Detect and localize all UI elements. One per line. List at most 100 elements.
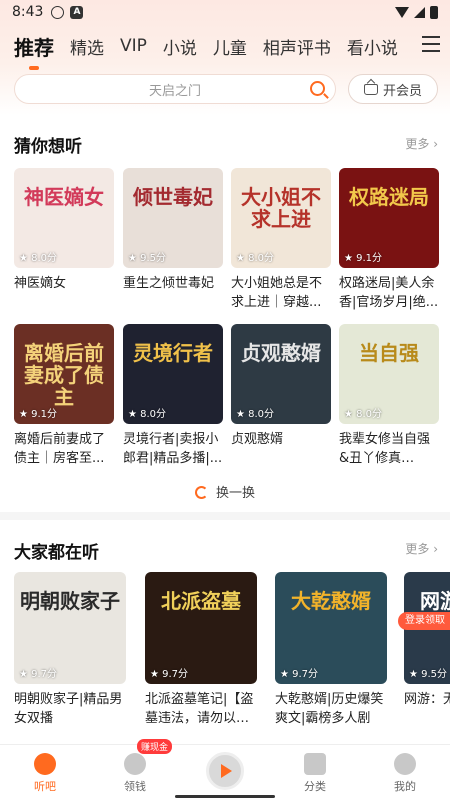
cover-text: 倾世毒妃 xyxy=(133,185,213,209)
bottom-nav: 听吧 赚现金 领钱 分类 我的 xyxy=(0,739,450,800)
book-title: 北派盗墓笔记|【盗墓违法，请勿以身... xyxy=(145,692,254,726)
rating-badge: ★ 9.1分 xyxy=(19,409,58,420)
vip-button-label: 开会员 xyxy=(382,83,422,99)
crown-icon xyxy=(363,83,378,95)
rating-badge: ★ 9.5分 xyxy=(128,253,167,264)
nav-earn[interactable]: 赚现金 领钱 xyxy=(90,739,180,800)
category-tabs: 推荐 精选 VIP 小说 儿童 相声评书 看小说 xyxy=(0,26,450,66)
rating-badge: ★ 8.0分 xyxy=(19,253,58,264)
book-card[interactable]: 大乾憨婿 ★ 9.7分 大乾憨婿|历史爆笑爽文|霸榜多人剧 xyxy=(275,572,387,728)
book-title: 大乾憨婿|历史爆笑爽文|霸榜多人剧 xyxy=(275,692,384,726)
app-notification-icon: A xyxy=(70,5,84,19)
cover-text: 大乾憨婿 xyxy=(291,589,371,613)
menu-icon[interactable] xyxy=(422,36,440,52)
battery-icon xyxy=(430,5,438,19)
nav-category-label: 分类 xyxy=(304,780,326,793)
tab-vip[interactable]: VIP xyxy=(120,36,147,56)
book-card[interactable]: 明朝败家子 ★ 9.7分 明朝败家子|精品男女双播 xyxy=(14,572,126,728)
vip-button[interactable]: 开会员 xyxy=(348,74,438,104)
status-time: 8:43 xyxy=(12,4,44,20)
guess-more-link[interactable]: 更多 › xyxy=(405,135,438,152)
refresh-label: 换一换 xyxy=(215,486,255,501)
cover-text: 灵境行者 xyxy=(133,341,213,365)
music-note-icon xyxy=(34,753,56,775)
tab-read-novel[interactable]: 看小说 xyxy=(347,34,398,59)
tab-featured[interactable]: 精选 xyxy=(70,34,104,59)
book-cover: 大乾憨婿 ★ 9.7分 xyxy=(275,572,387,684)
book-card[interactable]: 倾世毒妃 ★ 9.5分 重生之倾世毒妃 xyxy=(123,168,223,293)
section-divider xyxy=(0,512,450,520)
rating-badge: ★ 9.5分 xyxy=(409,669,448,680)
book-cover: 倾世毒妃 ★ 9.5分 xyxy=(123,168,223,268)
book-card[interactable]: 神医嫡女 ★ 8.0分 神医嫡女 xyxy=(14,168,114,293)
book-card[interactable]: 离婚后前妻成了债主 ★ 9.1分 离婚后前妻成了债主｜房客至... xyxy=(14,324,114,468)
login-reward-badge[interactable]: 登录领取 xyxy=(398,612,450,630)
search-icon[interactable] xyxy=(310,81,325,96)
rating-badge: ★ 8.0分 xyxy=(236,409,275,420)
book-cover: 神医嫡女 ★ 8.0分 xyxy=(14,168,114,268)
nav-profile-label: 我的 xyxy=(394,780,416,793)
book-cover: 北派盗墓 ★ 9.7分 xyxy=(145,572,257,684)
cover-text: 北派盗墓 xyxy=(161,589,241,613)
status-bar: 8:43 A xyxy=(0,0,450,24)
book-card[interactable]: 大小姐不求上进 ★ 8.0分 大小姐她总是不求上进｜穿越... xyxy=(231,168,331,312)
popular-section-title: 大家都在听 xyxy=(14,543,99,563)
user-icon xyxy=(394,753,416,775)
nav-category[interactable]: 分类 xyxy=(270,745,360,800)
refresh-button[interactable]: 换一换 xyxy=(0,482,450,501)
rating-badge: ★ 8.0分 xyxy=(344,409,383,420)
book-card[interactable]: 贞观憨婿 ★ 8.0分 贞观憨婿 xyxy=(231,324,331,449)
nav-listen-label: 听吧 xyxy=(34,780,56,793)
tab-recommend[interactable]: 推荐 xyxy=(14,32,54,61)
rating-badge: ★ 9.7分 xyxy=(150,669,189,680)
play-icon[interactable] xyxy=(206,752,244,790)
book-title: 重生之倾世毒妃 xyxy=(123,276,215,291)
book-title: 灵境行者|卖报小郎君|精品多播|... xyxy=(123,432,223,466)
book-card[interactable]: 灵境行者 ★ 8.0分 灵境行者|卖报小郎君|精品多播|... xyxy=(123,324,223,468)
nav-listen[interactable]: 听吧 xyxy=(0,745,90,800)
book-card[interactable]: 北派盗墓 ★ 9.7分 北派盗墓笔记|【盗墓违法，请勿以身... xyxy=(145,572,257,728)
book-title: 贞观憨婿 xyxy=(231,432,284,447)
book-title: 我辈女修当自强&丑丫修真记、... xyxy=(339,432,431,466)
nav-earn-label: 领钱 xyxy=(124,780,146,793)
cover-text: 权路迷局 xyxy=(349,185,429,209)
nav-profile[interactable]: 我的 xyxy=(360,745,450,800)
book-cover: 离婚后前妻成了债主 ★ 9.1分 xyxy=(14,324,114,424)
search-input[interactable]: 天启之门 xyxy=(14,74,336,104)
tab-children[interactable]: 儿童 xyxy=(213,34,247,59)
cover-text: 贞观憨婿 xyxy=(241,341,321,365)
book-cover: 权路迷局 ★ 9.1分 xyxy=(339,168,439,268)
cover-text: 网游神级 xyxy=(420,589,450,613)
notification-icon xyxy=(51,5,65,19)
rating-badge: ★ 9.7分 xyxy=(19,669,58,680)
rating-badge: ★ 9.1分 xyxy=(344,253,383,264)
rating-badge: ★ 9.7分 xyxy=(280,669,319,680)
cover-text: 神医嫡女 xyxy=(24,185,104,209)
cover-text: 明朝败家子 xyxy=(20,589,120,613)
tab-novel[interactable]: 小说 xyxy=(163,34,197,59)
book-title: 明朝败家子|精品男女双播 xyxy=(14,692,123,726)
cover-text: 当自强 xyxy=(359,341,419,365)
search-placeholder: 天启之门 xyxy=(148,83,201,99)
book-card[interactable]: 当自强 ★ 8.0分 我辈女修当自强&丑丫修真记、... xyxy=(339,324,439,468)
book-title: 大小姐她总是不求上进｜穿越... xyxy=(231,276,323,310)
rating-badge: ★ 8.0分 xyxy=(236,253,275,264)
book-title: 离婚后前妻成了债主｜房客至... xyxy=(14,432,106,466)
tab-crosstalk[interactable]: 相声评书 xyxy=(263,34,331,59)
nav-player[interactable] xyxy=(180,745,270,800)
book-cover: 当自强 ★ 8.0分 xyxy=(339,324,439,424)
home-indicator xyxy=(175,795,275,798)
grid-icon xyxy=(304,753,326,775)
popular-more-link[interactable]: 更多 › xyxy=(405,540,438,557)
wifi-icon xyxy=(395,6,409,18)
book-title: 神医嫡女 xyxy=(14,276,67,291)
book-title: 网游：无级天赋|... xyxy=(404,692,450,707)
book-card[interactable]: 网游神级 ★ 9.5分 网游：无级天赋|... xyxy=(404,572,450,709)
book-card[interactable]: 权路迷局 ★ 9.1分 权路迷局|美人余香|官场岁月|绝... xyxy=(339,168,439,312)
coin-icon xyxy=(124,753,146,775)
book-cover: 大小姐不求上进 ★ 8.0分 xyxy=(231,168,331,268)
cover-text: 大小姐不求上进 xyxy=(241,185,321,231)
book-cover: 贞观憨婿 ★ 8.0分 xyxy=(231,324,331,424)
refresh-icon xyxy=(194,486,208,499)
rating-badge: ★ 8.0分 xyxy=(128,409,167,420)
